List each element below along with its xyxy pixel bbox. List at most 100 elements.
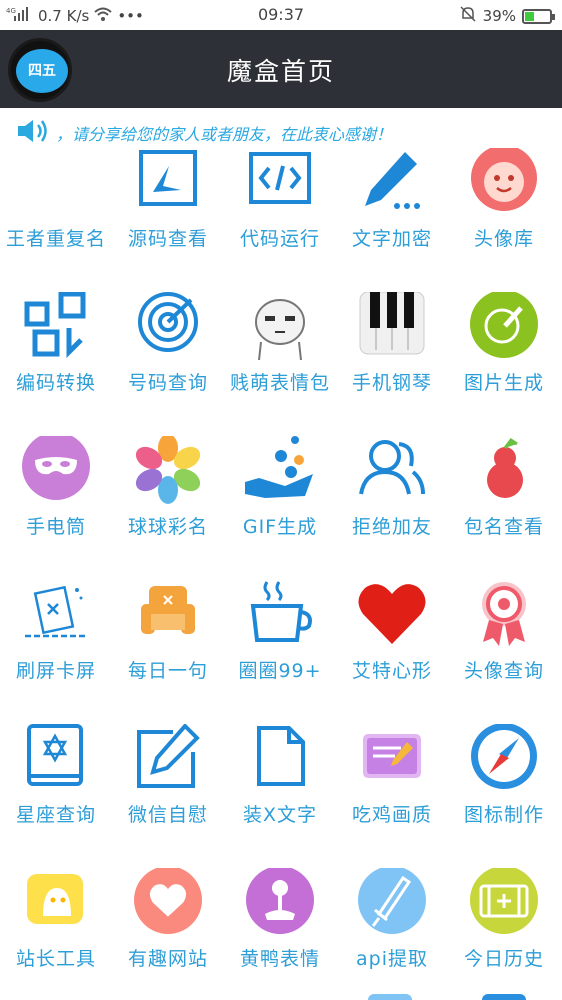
radar-icon [138,292,198,352]
tool-label: 有趣网站 [127,948,208,970]
tool-label: 艾特心形 [351,660,432,682]
heart-icon [358,584,426,644]
convert-icon [24,292,86,359]
tool-label: 手电筒 [25,516,86,538]
broken-card-icon [25,585,87,638]
sofa-icon [141,586,195,634]
tool-label: 装X文字 [242,804,318,826]
hand-bubbles-icon [245,436,313,498]
coffee-cup-icon [250,581,312,642]
tool-item[interactable]: 贱萌表情包 [224,292,336,436]
pen-icon [365,152,420,209]
tool-label: 吃鸡画质 [351,804,432,826]
tool-item[interactable]: 号码查询 [112,292,224,436]
award-badge-icon [482,582,526,646]
monkey-avatar-icon [471,148,537,211]
notepad-icon [363,734,421,778]
tool-item[interactable]: 源码查看 [112,148,224,292]
tool-item[interactable]: 圈圈99+ [224,580,336,724]
edit-square-icon [137,724,200,788]
tool-item[interactable]: 有趣网站 [112,868,224,1000]
compass-icon [471,724,537,789]
tool-label: 微信自慰 [127,804,208,826]
tool-label: 贱萌表情包 [229,372,330,394]
tool-label: 头像库 [473,228,534,250]
sword-icon [358,868,426,934]
piano-icon [359,292,425,355]
paint-brush-icon [470,292,538,358]
tool-item[interactable]: 头像查询 [448,580,560,724]
tool-item[interactable]: 图片生成 [448,292,560,436]
tool-item[interactable]: 黄鸭表情 [224,868,336,1000]
tool-label: 号码查询 [127,372,208,394]
status-right: 39% [459,5,555,27]
tool-label: 今日历史 [463,948,544,970]
tool-label: GIF生成 [242,516,318,538]
document-icon [257,726,305,786]
tool-label: 源码查看 [127,228,208,250]
tool-item[interactable]: GIF生成 [224,436,336,580]
page-title: 魔盒首页 [226,57,335,86]
battery-percent: 39% [482,7,516,25]
tool-item[interactable]: 今日历史 [448,868,560,1000]
tool-item[interactable]: 刷屏卡屏 [0,580,112,724]
tool-label: 每日一句 [127,660,208,682]
tool-label: 黄鸭表情 [239,948,320,970]
tool-label: 拒绝加友 [351,516,432,538]
source-code-icon [139,150,197,206]
tool-item[interactable]: 手电筒 [0,436,112,580]
speaker-icon [16,118,50,148]
tool-label: 手机钢琴 [351,372,432,394]
tool-label: 星座查询 [15,804,96,826]
app-header: 四五 魔盒首页 [0,30,562,108]
tool-label: 王者重复名 [5,228,106,250]
tool-item[interactable]: 图标制作 [448,724,560,868]
tool-label: 站长工具 [15,948,96,970]
mute-bell-icon [459,5,477,27]
battery-icon [522,8,555,24]
flower-petals-icon [135,436,201,504]
tool-item[interactable]: 手机钢琴 [336,292,448,436]
tool-label: 图片生成 [463,372,544,394]
tool-label: 编码转换 [15,372,96,394]
tool-item[interactable]: 星座查询 [0,724,112,868]
notice-text: ，请分享给您的家人或者朋友，在此衷心感谢！ [56,125,393,144]
tool-item[interactable]: 装X文字 [224,724,336,868]
heart-chat-icon [134,868,202,934]
tool-label: 包名查看 [463,516,544,538]
meme-face-icon [255,299,305,361]
tool-label: 圈圈99+ [238,660,322,682]
tool-label: 代码运行 [239,228,320,250]
tool-item[interactable]: 编码转换 [0,292,112,436]
star-book-icon [27,724,83,786]
tool-label: 球球彩名 [127,516,208,538]
tool-item[interactable]: 拒绝加友 [336,436,448,580]
tool-item[interactable]: 包名查看 [448,436,560,580]
tool-label: 头像查询 [463,660,544,682]
status-bar: 4G 0.7 K/s ••• 09:37 39% [0,0,562,30]
tool-item[interactable]: 头像库 [448,148,560,292]
tool-item[interactable]: 微信自慰 [112,724,224,868]
tool-label: 图标制作 [463,804,544,826]
notice-bar: ，请分享给您的家人或者朋友，在此衷心感谢！ [0,108,562,152]
mask-icon [22,436,90,500]
tool-item[interactable]: 站长工具 [0,868,112,1000]
joystick-icon [246,868,314,934]
tool-label: 刷屏卡屏 [15,660,96,682]
tool-item[interactable]: 代码运行 [224,148,336,292]
tool-item[interactable]: 文字加密 [336,148,448,292]
tool-item[interactable]: 吃鸡画质 [336,724,448,868]
next-row-peek [482,994,526,1000]
tool-item[interactable]: 艾特心形 [336,580,448,724]
tool-item[interactable]: api提取 [336,868,448,1000]
tool-item[interactable]: 球球彩名 [112,436,224,580]
gourd-icon [487,437,523,498]
film-add-icon [470,868,538,934]
code-brackets-icon [249,152,311,204]
users-icon [359,440,425,495]
tool-item[interactable]: 每日一句 [112,580,224,724]
tool-label: 文字加密 [351,228,432,250]
tool-item[interactable]: 王者重复名 [0,148,112,292]
ghost-chat-icon [27,874,83,924]
next-row-peek [368,994,412,1000]
